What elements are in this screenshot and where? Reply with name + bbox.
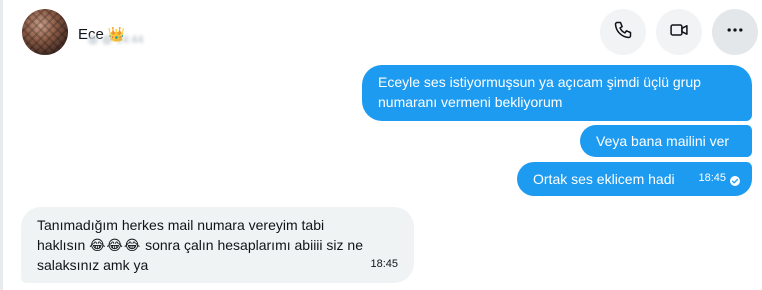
message-bubble-outgoing[interactable]: Eceyle ses istiyormuşsun ya açıcam şimdi…: [362, 65, 752, 121]
left-divider: [0, 0, 3, 290]
laughing-emoji-icon: 😂😂😂: [89, 237, 142, 253]
check-icon: [730, 176, 740, 186]
message-text: haklısın: [37, 237, 86, 253]
status-text: 14:44: [116, 34, 144, 46]
phone-icon: [613, 20, 633, 45]
message-text-line: salaksınız amk ya: [37, 257, 149, 273]
message-time: 18:45: [370, 258, 398, 270]
message-text-line: Eceyle ses istiyormuşsun ya açıcam şimdi…: [378, 74, 701, 90]
call-button[interactable]: [600, 9, 646, 55]
message-text-line: Tanımadığım herkes mail numara vereyim t…: [37, 217, 325, 233]
message-text: Veya bana mailini ver: [596, 133, 730, 149]
status-dot: [88, 35, 98, 45]
message-bubble-incoming[interactable]: Tanımadığım herkes mail numara vereyim t…: [21, 207, 414, 283]
last-seen-status: 14:44: [80, 32, 178, 48]
message-text: Ortak ses eklicem hadi: [533, 171, 675, 187]
more-button[interactable]: [712, 9, 758, 55]
message-text-line: numaranı vermeni bekliyorum: [378, 94, 563, 110]
video-icon: [668, 20, 690, 45]
message-bubble-outgoing[interactable]: Veya bana mailini ver: [580, 125, 752, 157]
message-text-line: haklısın 😂😂😂 sonra çalın hesaplarımı abi…: [37, 235, 398, 255]
video-button[interactable]: [656, 9, 702, 55]
message-time: 18:45: [698, 172, 726, 184]
status-dot: [102, 35, 112, 45]
avatar[interactable]: [22, 9, 68, 55]
more-horizontal-icon: [725, 20, 745, 45]
message-text: sonra çalın hesaplarımı abiiii siz ne: [145, 237, 363, 253]
message-bubble-outgoing[interactable]: Ortak ses eklicem hadi 18:45: [517, 162, 752, 196]
